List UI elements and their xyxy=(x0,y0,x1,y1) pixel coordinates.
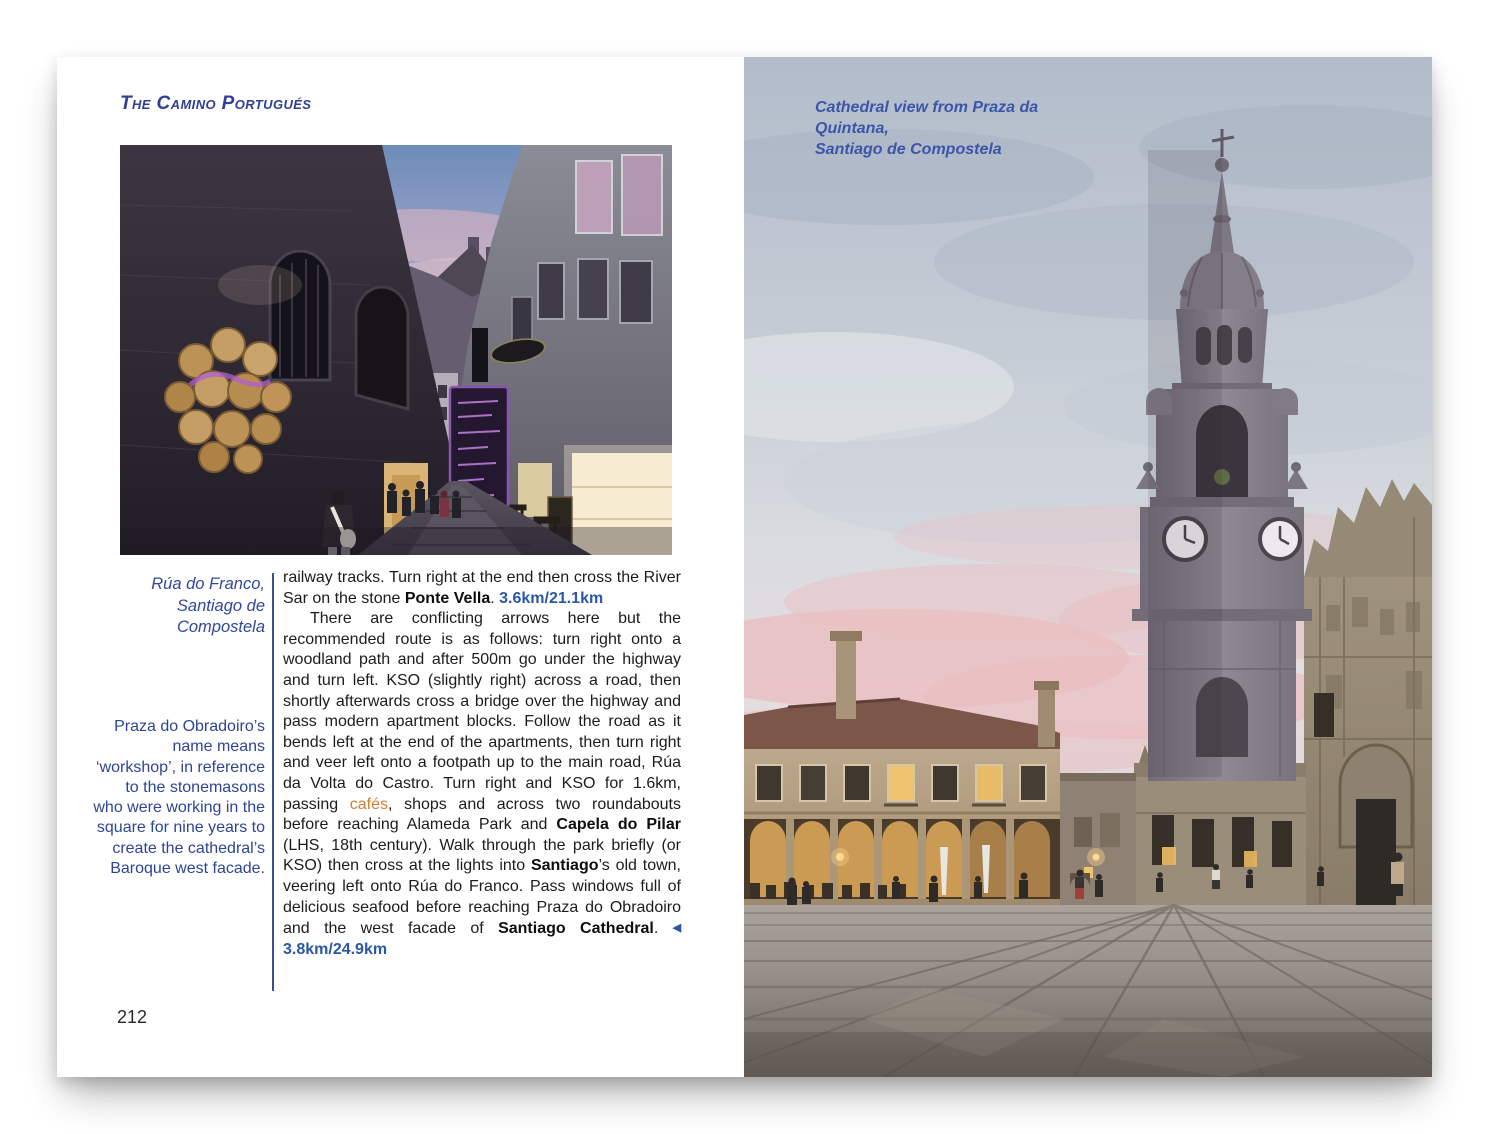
book-spread-canvas: The Camino Portugués xyxy=(0,0,1488,1134)
clock-face xyxy=(1260,519,1300,559)
left-page: The Camino Portugués xyxy=(57,57,744,1077)
street-photo-illustration xyxy=(120,145,672,555)
photo-caption: Cathedral view from Praza da Quintana,Sa… xyxy=(815,97,1115,160)
page-number: 212 xyxy=(117,1007,147,1028)
body-paragraph-1: railway tracks. Turn right at the end th… xyxy=(283,568,681,609)
page-header: The Camino Portugués xyxy=(120,93,311,115)
street-photo xyxy=(120,145,672,555)
page-spread: The Camino Portugués xyxy=(57,57,1432,1077)
person-white-top xyxy=(1212,864,1220,889)
plaza xyxy=(744,905,1432,1077)
sidebar-note: Praza do Obradoiro’s name means ‘worksho… xyxy=(93,717,265,879)
cathedral-photo-illustration xyxy=(744,57,1432,1077)
column-divider xyxy=(272,573,274,991)
upper-windows xyxy=(756,765,1046,805)
body-text-column: railway tracks. Turn right at the end th… xyxy=(283,568,681,960)
cathedral-photo: Cathedral view from Praza da Quintana,Sa… xyxy=(744,57,1432,1077)
body-paragraph-2: There are conflicting arrows here but th… xyxy=(283,609,681,960)
right-page: Cathedral view from Praza da Quintana,Sa… xyxy=(744,57,1432,1077)
photo-caption: Rúa do Franco,Santiago deCompostela xyxy=(91,574,265,639)
